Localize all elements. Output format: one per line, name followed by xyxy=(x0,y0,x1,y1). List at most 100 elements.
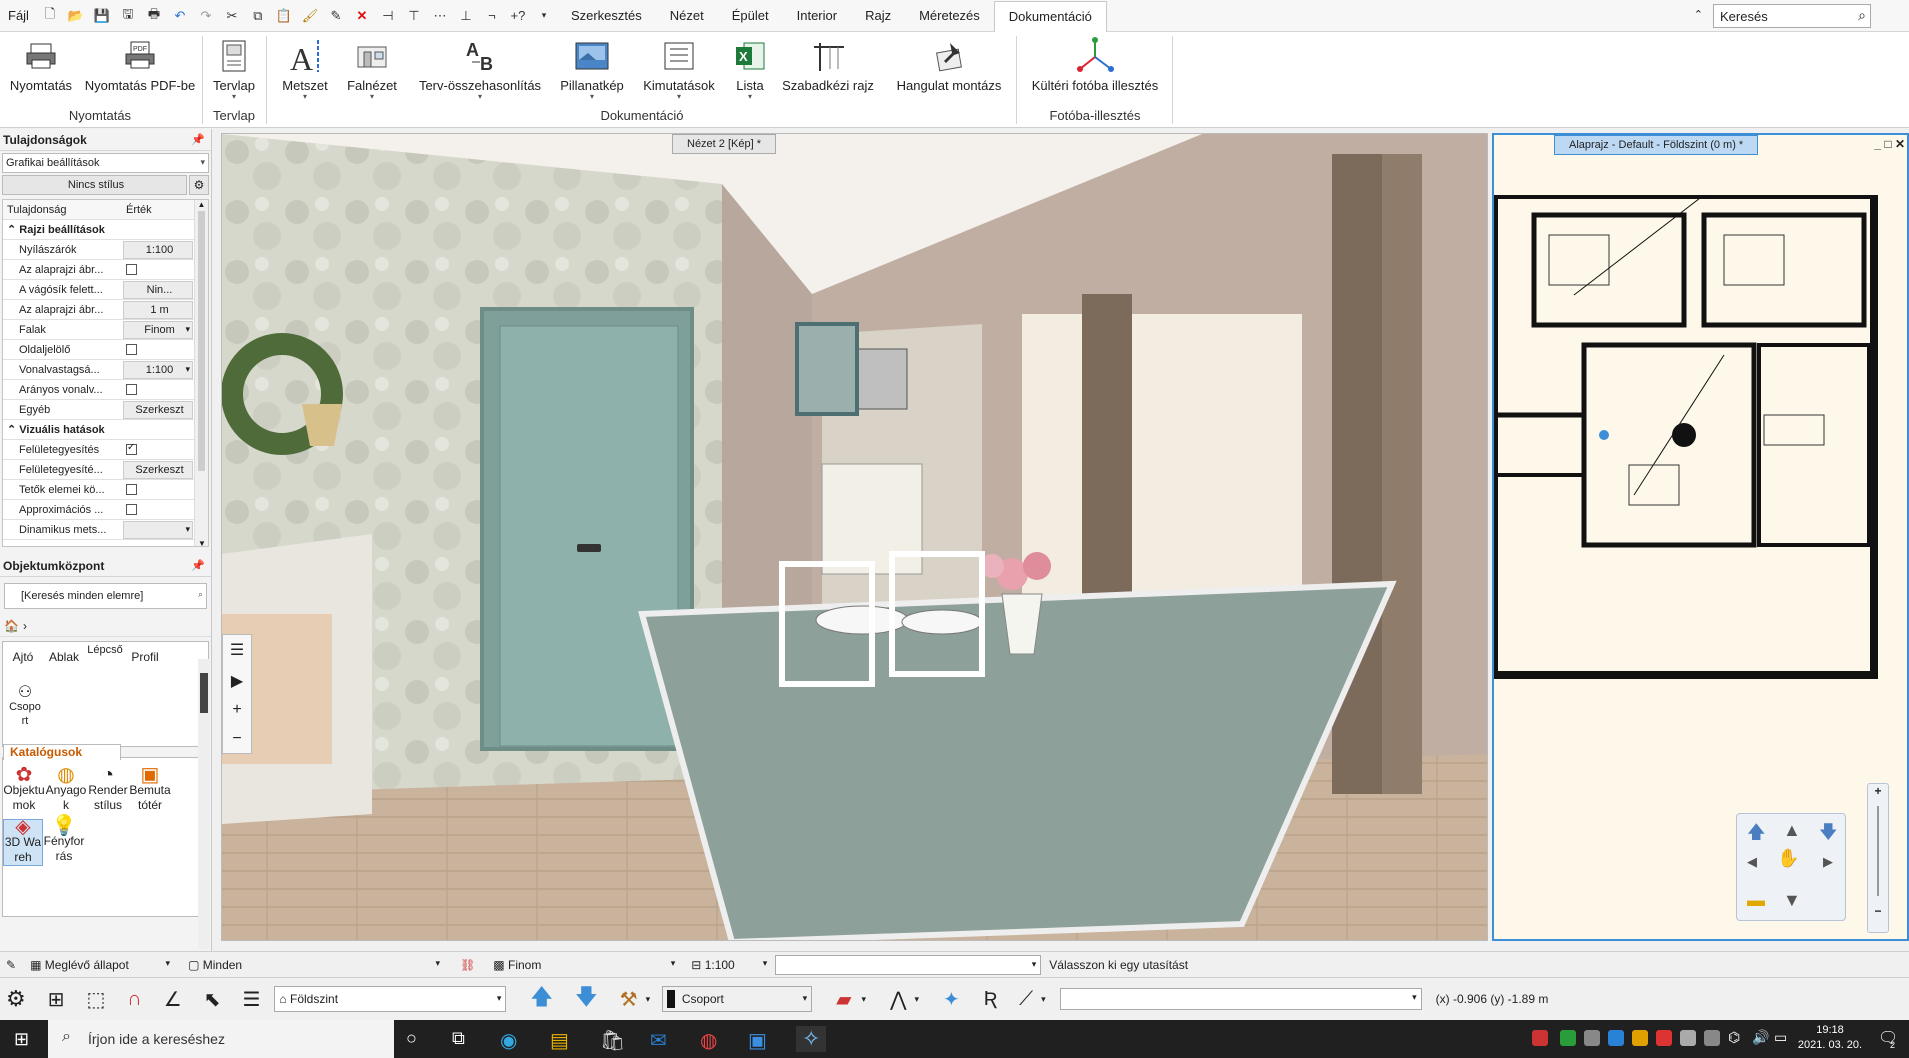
photo-insert-button[interactable]: Kültéri fotóba illesztés xyxy=(1020,34,1170,93)
chevron-down-icon[interactable]: ▾ xyxy=(412,93,548,101)
tab-interior[interactable]: Interior xyxy=(783,0,851,32)
property-value[interactable]: 1 m xyxy=(123,300,193,319)
redo-icon[interactable]: ↷ xyxy=(195,5,217,27)
store-icon[interactable]: 🛍 xyxy=(600,1028,625,1053)
search-input[interactable]: Keresés ⌕ xyxy=(1713,4,1871,28)
property-value[interactable] xyxy=(123,261,193,279)
grid-icon[interactable]: ⊞ xyxy=(48,987,65,1012)
layer-filter-select[interactable]: ▢ Minden ▾ xyxy=(184,954,445,975)
reports-button[interactable]: Kimutatások ▾ xyxy=(636,34,722,101)
clock[interactable]: 19:18 2021. 03. 20. xyxy=(1794,1023,1866,1053)
photos-icon[interactable]: ▣ xyxy=(748,1028,767,1053)
cat-door[interactable]: Ajtó xyxy=(3,650,43,664)
chevron-down-icon[interactable]: ▾ xyxy=(728,93,772,101)
list-button[interactable]: X Lista ▾ xyxy=(728,34,772,101)
close-icon[interactable]: ✕ xyxy=(1895,137,1905,151)
chevron-down-icon[interactable]: ▾ xyxy=(272,93,338,101)
arrow-up-icon[interactable]: 🡅 xyxy=(1747,820,1766,850)
checkbox[interactable] xyxy=(126,442,137,455)
property-row[interactable]: Az alaprajzi ábr... 1 m xyxy=(3,300,208,320)
play-icon[interactable]: ▶ xyxy=(231,671,243,691)
property-value[interactable] xyxy=(123,341,193,359)
catalog-showroom[interactable]: ▣ Bemutatótér xyxy=(129,765,171,813)
more-icon[interactable]: +? xyxy=(507,5,529,27)
property-row[interactable]: Felületegyesítés xyxy=(3,440,208,460)
chevron-down-icon[interactable]: ▾ xyxy=(636,93,722,101)
property-value[interactable] xyxy=(123,381,193,399)
copy-icon[interactable]: ⧉ xyxy=(247,5,269,27)
view3d-tab[interactable]: Nézet 2 [Kép] * xyxy=(672,134,776,154)
link-icon[interactable]: ⛓ xyxy=(460,958,475,972)
info-input[interactable]: ▾ xyxy=(1059,988,1422,1010)
property-row[interactable]: Arányos vonalv... xyxy=(3,380,208,400)
dimension-icon[interactable]: ⊤ xyxy=(403,5,425,27)
undo-icon[interactable]: ↶ xyxy=(169,5,191,27)
tab-edit[interactable]: Szerkesztés xyxy=(557,0,656,32)
notification-icon[interactable]: 🗨 xyxy=(1878,1028,1898,1048)
objects-search-input[interactable]: [Keresés minden elemre] ⌕ xyxy=(4,583,207,609)
property-value[interactable]: ▾ xyxy=(123,520,193,539)
tab-building[interactable]: Épület xyxy=(718,0,783,32)
new-icon[interactable]: 🗋 xyxy=(39,5,61,27)
minimize-icon[interactable]: _ xyxy=(1874,137,1881,151)
chevron-down-icon[interactable]: ▾ xyxy=(646,994,651,1005)
hand-icon[interactable]: ✋ xyxy=(1777,848,1799,869)
edge-icon[interactable]: ◉ xyxy=(500,1028,517,1053)
property-row[interactable]: Az alaprajzi ábr... xyxy=(3,260,208,280)
quality-select[interactable]: ▩ Finom ▾ xyxy=(489,954,680,975)
pin-icon[interactable]: 📌 xyxy=(191,133,205,146)
list-icon[interactable]: ☰ xyxy=(242,987,260,1012)
property-row[interactable]: Approximációs ... xyxy=(3,500,208,520)
chevron-down-icon[interactable]: ▾ xyxy=(914,994,919,1005)
chevron-down-icon[interactable]: ▾ xyxy=(185,364,190,375)
chevron-down-icon[interactable]: ▾ xyxy=(185,324,190,335)
chevron-down-icon[interactable]: ▾ xyxy=(862,994,867,1005)
text-angle-icon[interactable]: ⋀ xyxy=(890,987,906,1012)
tray-icon[interactable] xyxy=(1632,1030,1648,1046)
plan-compare-button[interactable]: AB Terv-összehasonlítás ▾ xyxy=(412,34,548,101)
dropdown-icon[interactable]: ▾ xyxy=(533,5,555,27)
list-icon[interactable]: ☰ xyxy=(230,640,244,660)
chevron-down-icon[interactable]: ▾ xyxy=(206,93,262,101)
file-explorer-icon[interactable]: ▤ xyxy=(550,1028,569,1053)
home-icon[interactable]: 🏠 xyxy=(4,619,19,633)
corner-icon[interactable]: ¬ xyxy=(481,5,503,27)
style-button[interactable]: Nincs stílus xyxy=(2,175,187,195)
view-3d[interactable]: Nézet 2 [Kép] * ☰ ▶ + − xyxy=(221,133,1488,941)
mood-button[interactable]: Hangulat montázs xyxy=(886,34,1012,93)
property-section[interactable]: ⌃ Vizuális hatások xyxy=(3,420,208,440)
polyline-icon[interactable]: ⟋ xyxy=(1019,988,1033,1011)
plan-tab[interactable]: Alaprajz - Default - Földszint (0 m) * xyxy=(1554,135,1759,155)
checkbox[interactable] xyxy=(126,344,137,355)
command-input[interactable]: ▾ xyxy=(775,954,1042,975)
network-icon[interactable]: ⌬ xyxy=(1728,1029,1740,1046)
snap-icon[interactable]: ✦ xyxy=(943,987,960,1012)
level-select[interactable]: ⌂ Földszint ▾ xyxy=(274,986,507,1012)
gear-icon[interactable]: ⚙ xyxy=(189,175,209,195)
catalogs-tab[interactable]: Katalógusok xyxy=(3,744,121,760)
pan-navigator[interactable]: 🡅 ▲ 🡇 ◀ ✋ ▶ ▬ ▼ xyxy=(1736,813,1846,921)
tray-icon[interactable] xyxy=(1608,1030,1624,1046)
measure-icon[interactable]: ⊣ xyxy=(377,5,399,27)
floor-plan-view[interactable]: Alaprajz - Default - Földszint (0 m) * _… xyxy=(1492,133,1909,941)
cat-window[interactable]: Ablak xyxy=(43,650,85,664)
checkbox[interactable] xyxy=(126,264,137,275)
tab-dimension[interactable]: Méretezés xyxy=(905,0,994,32)
zoom-slider[interactable]: + − xyxy=(1867,783,1889,933)
archicad-app-icon[interactable]: ✧ xyxy=(796,1026,827,1052)
chevron-down-icon[interactable]: ▾ xyxy=(1041,994,1046,1005)
property-value[interactable] xyxy=(123,481,193,499)
task-view-icon[interactable]: ⧉ xyxy=(452,1028,465,1049)
catalog-objects[interactable]: ✿ Objektumok xyxy=(3,765,45,813)
triangle-down-icon[interactable]: ▼ xyxy=(1783,890,1801,911)
paste-icon[interactable]: 📋 xyxy=(273,5,295,27)
catalog-render-style[interactable]: ◔ Render stílus xyxy=(87,765,129,813)
catalog-light-source[interactable]: 💡 Fényforrás xyxy=(43,816,85,866)
property-value[interactable]: Szerkeszt xyxy=(123,460,193,479)
checkbox[interactable] xyxy=(126,384,137,395)
arrow-down-icon[interactable]: 🡇 xyxy=(1819,820,1838,850)
volume-icon[interactable]: 🔊 xyxy=(1752,1029,1769,1046)
group-select[interactable]: Csoport ▾ xyxy=(662,986,813,1012)
cat-profile[interactable]: Profil xyxy=(125,650,165,664)
join-icon[interactable]: ⊥ xyxy=(455,5,477,27)
